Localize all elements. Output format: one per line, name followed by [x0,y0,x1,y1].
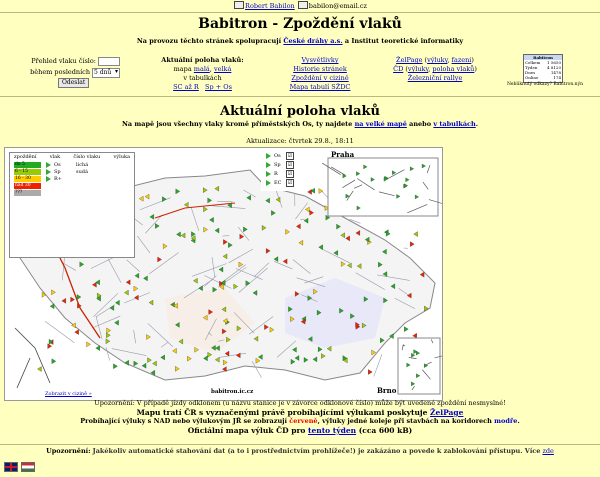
zelpage-fazeni-link[interactable]: fazeni [452,56,472,64]
author-link[interactable]: Robert Babilon [245,2,295,10]
train-marker [413,231,418,237]
delay-range: 16 - 30 [14,175,41,182]
train-number-label: Přehled vlaku číslo: [31,57,96,65]
abroad-link[interactable]: Zpoždění v cizině [270,74,370,83]
zelpage-link[interactable]: ŽelPage [396,56,422,64]
position-links: Aktuální poloha vlaků: mapa malá, velká … [161,56,244,91]
train-marker [49,303,55,309]
closure-map-link[interactable]: tento týden [308,426,356,435]
delay-range: nad 30 [14,182,41,189]
sp-os-link[interactable]: Sp + Os [205,83,232,91]
delay-range: 6 - 15 [14,168,41,175]
explanations-link[interactable]: Vysvětlivky [270,56,370,65]
train-marker [318,188,324,194]
train-marker [95,345,100,351]
tables-inline-link[interactable]: v tabulkách [433,120,475,128]
train-marker [404,326,409,332]
top-bar: Robert Babilon babilon@email.cz [0,0,600,12]
update-timestamp: Aktualizace: čtvrtek 29.8., 18:11 [246,137,354,145]
big-map-link[interactable]: velká [214,65,231,73]
divider [0,12,600,13]
train-map[interactable]: zpoždění vlak číslo vlaku výluka do 5 Os lich… [4,147,443,401]
stats-widget[interactable]: Babitron Celkem 1 5650 Týden 4 8120 Dnes 14… [523,54,563,83]
train-type-icon [46,175,51,182]
info-links: Vysvětlivky Historie stránek Zpoždění v … [270,56,370,92]
train-marker [47,343,52,349]
divider [0,96,600,97]
divider [0,444,600,445]
train-marker [74,329,79,335]
category-filter: Os ☑ Sp ☑ R ☑ EC ☑ [261,151,301,191]
train-marker [368,369,373,375]
map-legend: zpoždění vlak číslo vlaku výluka do 5 Os lich… [9,152,135,258]
sp-icon [266,161,271,168]
praha-label: Praha [331,150,355,159]
rally-link[interactable]: Železniční rallye [385,74,485,83]
abroad-map-link[interactable]: Zobrazit v cizině » [45,391,92,397]
home-icon [234,1,245,9]
delay-range: ??? [14,189,41,196]
ec-icon [266,179,271,186]
hungarian-flag-icon[interactable] [21,462,35,472]
page-title: Babitron - Zpoždění vlaků [198,16,402,32]
scraping-warning: Upozornění: Jakékoliv automatické stahov… [46,447,554,455]
period-select[interactable]: 5 dnů [92,67,120,78]
sc-r-link[interactable]: SC až R [173,83,199,91]
email-icon [297,1,308,9]
zelpage-closures-link[interactable]: výluky [427,56,447,64]
train-number-input[interactable] [98,57,120,66]
small-map-link[interactable]: malá [194,65,210,73]
submit-button[interactable]: Odeslat [58,78,90,88]
language-flags [4,462,35,472]
sp-checkbox[interactable]: ☑ [286,160,294,169]
big-map-inline-link[interactable]: na velké mapě [355,120,407,128]
train-lookup-form: Přehled vlaku číslo: během posledních 5 d… [28,56,120,88]
external-links: ŽelPage (výluky, fazeni) ČD (výluky, pol… [385,56,485,83]
praha-inset [327,157,439,217]
cd-closures-link[interactable]: výluky [408,65,428,73]
counter-note: Nebliknutý odkazy? Babitron.nýn [506,82,584,87]
brno-label: Brno [377,386,397,395]
more-info-link[interactable]: zde [542,447,553,455]
email-link[interactable]: babilon@email.cz [309,2,367,10]
r-icon [266,170,271,177]
brno-inset [397,337,441,395]
train-type-icon [46,161,51,168]
os-icon [266,152,271,159]
cd-positions-link[interactable]: poloha vlaků [432,65,474,73]
delay-range: do 5 [14,161,41,168]
os-checkbox[interactable]: ☑ [286,151,294,160]
rail-line [373,354,383,377]
foreign-rail-line [14,327,51,389]
partner-text: Na provozu těchto stránek spolupracují Č… [136,37,464,45]
period-label: během posledních [30,68,90,76]
train-marker [410,241,415,247]
train-marker [307,189,312,195]
notes-block: Upozornění: V případě jízdy odklonem (u … [80,399,520,435]
r-checkbox[interactable]: ☑ [286,169,294,178]
train-marker [113,363,118,370]
train-type-icon [46,168,51,175]
map-info: Na mapě jsou všechny vlaky kromě příměst… [121,120,479,128]
zelpage-note-link[interactable]: ŽelPage [430,408,463,417]
szdc-map-link[interactable]: Mapa tabulí SŽDC [270,83,370,92]
history-link[interactable]: Historie stránek [270,65,370,74]
english-flag-icon[interactable] [4,462,18,472]
section-heading: Aktuální poloha vlaků [220,104,380,119]
ec-checkbox[interactable]: ☑ [286,178,294,187]
map-watermark: babitron.ic.cz [211,389,254,395]
train-marker [51,358,57,365]
train-marker [86,341,91,348]
train-marker [37,366,42,372]
cd-link-2[interactable]: ČD [393,65,403,73]
cd-link[interactable]: České dráhy a.s. [283,37,342,45]
